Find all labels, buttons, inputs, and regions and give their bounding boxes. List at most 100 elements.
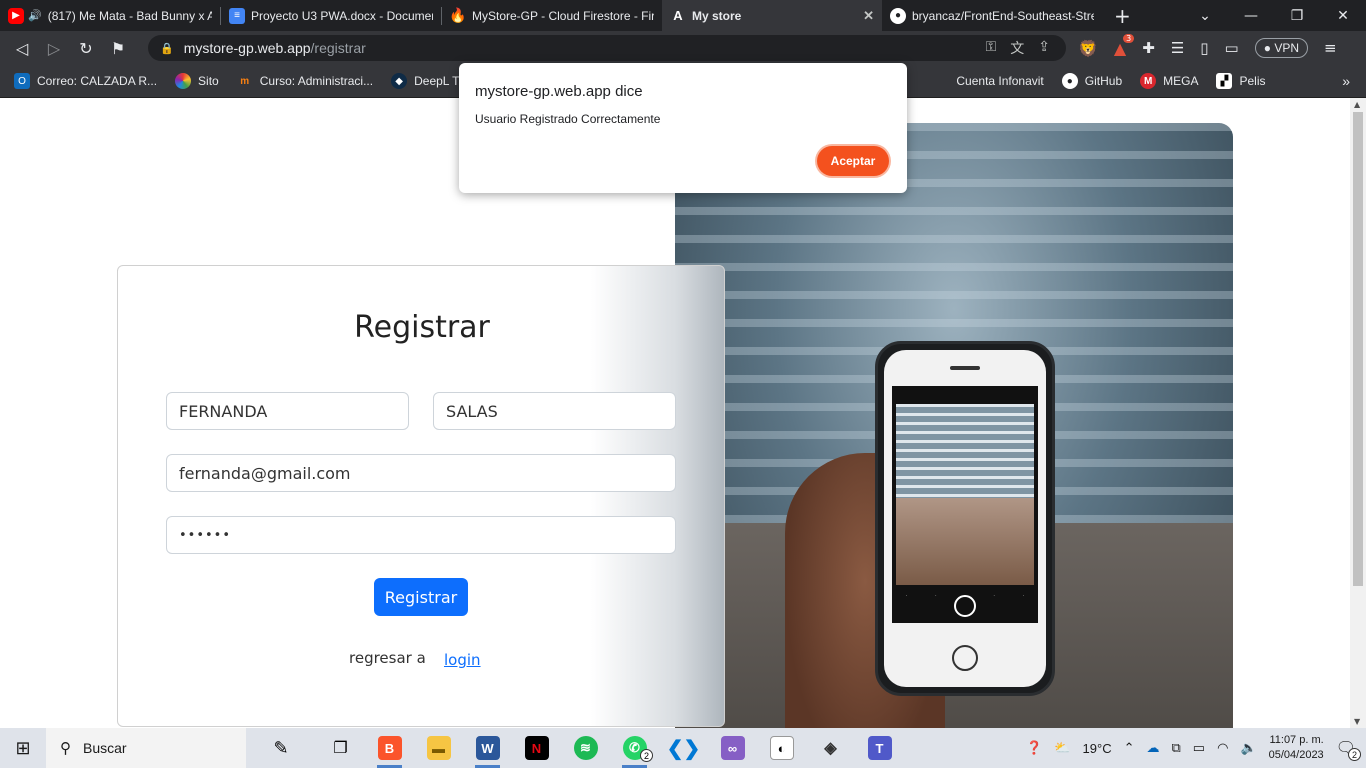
task-view-icon: ❐ [333, 740, 348, 757]
tray-chevron-icon[interactable]: ⌃ [1124, 740, 1135, 756]
system-tray: ❓ ⛅ 19°C ⌃ ☁ ⧉ ▭ ◠ 🔈 11:07 p. m. 05/04/2… [1026, 733, 1366, 763]
more-bookmarks-icon[interactable]: » [1342, 73, 1350, 89]
bookmark-pelis[interactable]: ▞ Pelis [1216, 73, 1266, 89]
accept-button[interactable]: Aceptar [817, 146, 889, 176]
camera-view-floor [896, 498, 1034, 585]
register-button[interactable]: Registrar [374, 578, 468, 616]
inkscape-icon: ◐ [769, 736, 794, 760]
tab-title: MyStore-GP - Cloud Firestore - Fir [472, 8, 654, 23]
vpn-button[interactable]: ● VPN [1254, 38, 1308, 58]
menu-icon[interactable]: ≡ [1324, 39, 1337, 57]
sidebar-icon[interactable]: ▯ [1200, 39, 1208, 57]
tab-search-icon[interactable]: ⌄ [1182, 8, 1228, 24]
word-icon: W [475, 736, 500, 760]
tab-my-store[interactable]: A My store ✕ [662, 0, 882, 31]
meet-now-icon[interactable]: ⧉ [1172, 740, 1181, 756]
page-scrollbar[interactable]: ▲ ▼ [1350, 98, 1366, 728]
new-tab-button[interactable]: + [1102, 4, 1143, 28]
wallet-icon[interactable]: ▭ [1225, 39, 1239, 57]
browser-toolbar: ◁ ▷ ↻ ⚑ 🔒 mystore-gp.web.app/registrar ⚿… [0, 31, 1366, 65]
extensions-puzzle-icon[interactable]: ✚ [1142, 39, 1155, 57]
taskbar-vscode[interactable]: ❮❯ [659, 728, 708, 768]
bookmark-icon[interactable]: ⚑ [102, 39, 134, 58]
close-tab-icon[interactable]: ✕ [863, 8, 874, 24]
windows-start-icon[interactable]: ⊞ [0, 738, 46, 759]
lock-icon[interactable]: 🔒 [160, 42, 174, 55]
bookmark-curso[interactable]: m Curso: Administraci... [237, 73, 373, 89]
bookmark-label: GitHub [1084, 74, 1123, 88]
onedrive-icon[interactable]: ☁ [1147, 740, 1160, 756]
vscode-icon: ❮❯ [666, 737, 701, 760]
bookmark-sito[interactable]: Sito [175, 73, 219, 89]
password-field[interactable]: •••••• [166, 516, 676, 554]
weather-icon[interactable]: ⛅ [1054, 740, 1070, 756]
login-link[interactable]: login [444, 651, 481, 669]
task-view-button[interactable]: ❐ [316, 728, 365, 768]
volume-icon[interactable]: 🔈 [1240, 740, 1256, 756]
restore-icon[interactable]: ❐ [1274, 8, 1320, 24]
phone-speaker [950, 366, 980, 370]
hero-photo: · · · · · [675, 123, 1233, 728]
bookmark-label: Correo: CALZADA R... [37, 74, 158, 88]
bookmark-github[interactable]: ● GitHub [1061, 73, 1123, 89]
search-label: Buscar [83, 740, 127, 756]
scroll-down-icon[interactable]: ▼ [1354, 717, 1360, 726]
clock[interactable]: 11:07 p. m. 05/04/2023 [1269, 733, 1324, 763]
tab-youtube[interactable]: ▶ 🔊 (817) Me Mata - Bad Bunny x A [0, 0, 220, 31]
tab-github[interactable]: ● bryancaz/FrontEnd-Southeast-Stre [882, 0, 1102, 31]
netflix-icon: N [524, 736, 549, 760]
translate-icon[interactable]: 文 [1010, 38, 1024, 58]
rewards-badge: 3 [1123, 33, 1135, 43]
tab-firebase[interactable]: 🔥 MyStore-GP - Cloud Firestore - Fir [442, 0, 662, 31]
taskbar-search[interactable]: ⚲ Buscar [46, 728, 246, 768]
close-window-icon[interactable]: ✕ [1320, 8, 1366, 24]
taskbar-netflix[interactable]: N [512, 728, 561, 768]
battery-icon[interactable]: ▭ [1193, 740, 1205, 756]
forward-icon[interactable]: ▷ [38, 39, 70, 58]
github-icon: ● [1061, 73, 1078, 89]
dialog-message: Usuario Registrado Correctamente [475, 112, 661, 126]
taskbar-brave[interactable]: B [365, 728, 414, 768]
bookmark-mega[interactable]: M MEGA [1140, 73, 1198, 89]
spotify-icon: ≋ [573, 736, 598, 760]
bookmark-infonavit[interactable]: Cuenta Infonavit [956, 74, 1043, 88]
deepl-icon: ◆ [391, 73, 408, 89]
reload-icon[interactable]: ↻ [70, 39, 102, 58]
first-name-field[interactable]: FERNANDA [166, 392, 409, 430]
taskbar-word[interactable]: W [463, 728, 512, 768]
scrollbar-thumb[interactable] [1353, 112, 1363, 586]
share-icon[interactable]: ⇪ [1038, 38, 1050, 58]
folder-icon: ▬ [426, 736, 451, 760]
brave-rewards-icon[interactable]: ▲ 3 [1114, 33, 1135, 58]
taskbar-inkscape[interactable]: ◐ [757, 728, 806, 768]
back-icon[interactable]: ◁ [6, 39, 38, 58]
mega-icon: M [1140, 73, 1157, 89]
clapper-icon: ▞ [1216, 73, 1233, 89]
taskbar-visual-studio[interactable]: ∞ [708, 728, 757, 768]
taskbar-unity[interactable]: ◈ [806, 728, 855, 768]
key-icon[interactable]: ⚿ [986, 38, 997, 58]
help-icon[interactable]: ❓ [1026, 740, 1042, 756]
teams-icon: T [867, 736, 892, 760]
minimize-icon[interactable]: — [1228, 8, 1274, 24]
search-icon: ⚲ [60, 740, 71, 757]
taskbar-whatsapp[interactable]: ✆ 2 [610, 728, 659, 768]
taskbar-explorer[interactable]: ▬ [414, 728, 463, 768]
playlist-icon[interactable]: ☰ [1171, 39, 1184, 57]
brave-shields-icon[interactable]: 🦁 [1078, 39, 1098, 58]
taskbar-teams[interactable]: T [855, 728, 904, 768]
page-title: Registrar [354, 310, 490, 345]
taskbar-spotify[interactable]: ≋ [561, 728, 610, 768]
bookmark-correo[interactable]: O Correo: CALZADA R... [14, 73, 157, 89]
address-bar[interactable]: 🔒 mystore-gp.web.app/registrar ⚿ 文 ⇪ [148, 35, 1066, 61]
scroll-up-icon[interactable]: ▲ [1354, 100, 1360, 109]
search-highlight-icon[interactable]: ✎ [246, 728, 316, 768]
wifi-icon[interactable]: ◠ [1217, 740, 1228, 756]
speaker-icon[interactable]: 🔊 [28, 9, 42, 22]
url-host: mystore-gp.web.app [183, 40, 311, 56]
tab-google-docs[interactable]: ≡ Proyecto U3 PWA.docx - Documen [221, 0, 441, 31]
notifications-icon[interactable]: 🗨 2 [1336, 738, 1361, 761]
last-name-field[interactable]: SALAS [433, 392, 676, 430]
email-field[interactable]: fernanda@gmail.com [166, 454, 676, 492]
weather-temp[interactable]: 19°C [1083, 741, 1112, 756]
